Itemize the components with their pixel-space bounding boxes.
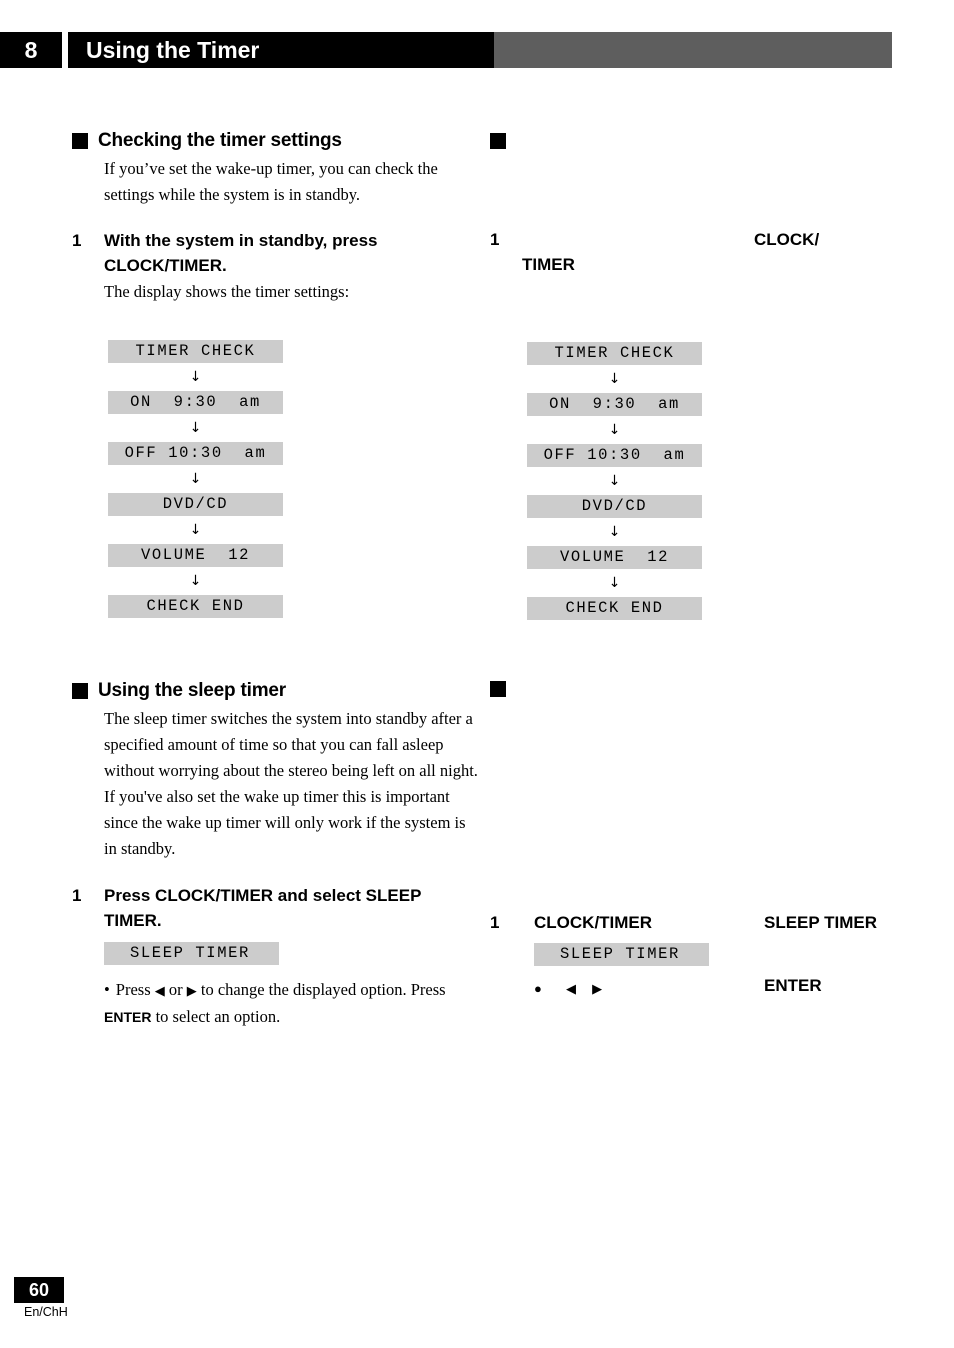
lcd-display-off-time: OFF 10:30 am [108, 442, 283, 465]
lcd-display-on-time: ON 9:30 am [527, 393, 702, 416]
lcd-display-timer-check: TIMER CHECK [108, 340, 283, 363]
page-number: 60 [14, 1277, 64, 1303]
section-marker-icon [72, 683, 88, 699]
lcd-display-sleep-timer: SLEEP TIMER [104, 942, 279, 965]
step-number: 1 [490, 230, 500, 249]
step-keyword-clock-timer: CLOCK/TIMER [534, 913, 653, 932]
page-title: Using the Timer [68, 32, 494, 68]
step-number: 1 [490, 913, 500, 932]
chapter-number: 8 [0, 32, 62, 68]
flow-arrow-down-icon: ↓ [189, 420, 202, 436]
flow-arrow-down-icon: ↓ [189, 369, 202, 385]
lcd-display-check-end: CHECK END [108, 595, 283, 618]
header-gray-bar [494, 32, 892, 68]
flow-arrow-down-icon: ↓ [189, 573, 202, 589]
flow-arrow-down-icon: ↓ [608, 371, 621, 387]
lcd-display-timer-check: TIMER CHECK [527, 342, 702, 365]
bullet-keyword-enter: ENTER [104, 1009, 152, 1025]
step-heading: With the system in standby, press CLOCK/… [104, 231, 378, 275]
section-using-sleep-timer-cjk [490, 680, 910, 698]
bullet-dot-icon: ● [534, 981, 542, 996]
bullet-text-part3: to select an option. [155, 1007, 281, 1026]
step-1-sleep-timer-cjk: 1 CLOCK/TIMER SLEEP TIMER SLEEP TIMER ● … [490, 910, 920, 1005]
flow-arrow-down-icon: ↓ [608, 473, 621, 489]
lcd-display-sleep-timer: SLEEP TIMER [534, 943, 709, 966]
bullet-text-or: or [168, 980, 183, 999]
lcd-display-volume: VOLUME 12 [108, 544, 283, 567]
section-marker-icon [490, 133, 506, 150]
step-1-sleep-timer: 1 Press CLOCK/TIMER and select SLEEP TIM… [72, 883, 482, 1030]
arrow-right-icon: ▶ [186, 984, 197, 999]
step-keyword-timer: TIMER [522, 255, 575, 274]
lcd-flow-timer-check-left: TIMER CHECK ↓ ON 9:30 am ↓ OFF 10:30 am … [108, 340, 283, 618]
flow-arrow-down-icon: ↓ [189, 471, 202, 487]
arrow-right-icon: ▶ [592, 982, 603, 997]
bullet-note-sleep-timer: • Press ◀ or ▶ to change the displayed op… [104, 977, 482, 1030]
step-keyword-sleep-timer: SLEEP TIMER [764, 913, 878, 932]
page-header: 8 Using the Timer [0, 32, 954, 68]
flow-arrow-down-icon: ↓ [608, 422, 621, 438]
bullet-text-part2: to change the displayed option. Press [200, 980, 446, 999]
lcd-display-source: DVD/CD [108, 493, 283, 516]
section-intro-text: The sleep timer switches the system into… [104, 709, 478, 858]
bullet-note-sleep-timer-cjk: ● ◀ ▶ [534, 975, 602, 1002]
step-keyword-enter: ENTER [764, 976, 822, 995]
section-intro-text: If you’ve set the wake-up timer, you can… [104, 159, 438, 204]
flow-arrow-down-icon: ↓ [189, 522, 202, 538]
arrow-left-icon: ◀ [565, 982, 576, 997]
lcd-display-volume: VOLUME 12 [527, 546, 702, 569]
lcd-display-off-time: OFF 10:30 am [527, 444, 702, 467]
lcd-display-check-end: CHECK END [527, 597, 702, 620]
step-1-checking-timer: 1 With the system in standby, press CLOC… [72, 228, 482, 304]
arrow-left-icon: ◀ [154, 984, 165, 999]
lcd-display-on-time: ON 9:30 am [108, 391, 283, 414]
step-subtext: The display shows the timer settings: [104, 282, 350, 301]
section-checking-timer-settings: Checking the timer settings If you’ve se… [72, 130, 482, 208]
step-keyword-clock: CLOCK/ [754, 230, 820, 249]
section-title: Checking the timer settings [98, 130, 342, 151]
section-marker-icon [72, 133, 88, 149]
step-number: 1 [72, 231, 82, 250]
lcd-flow-timer-check-right: TIMER CHECK ↓ ON 9:30 am ↓ OFF 10:30 am … [527, 342, 702, 620]
step-number: 1 [72, 886, 82, 905]
language-code: En/ChH [24, 1305, 68, 1319]
flow-arrow-down-icon: ↓ [608, 524, 621, 540]
step-heading: Press CLOCK/TIMER and select SLEEP TIMER… [104, 886, 422, 930]
section-using-sleep-timer: Using the sleep timer The sleep timer sw… [72, 680, 482, 862]
section-checking-timer-settings-cjk [490, 132, 910, 150]
flow-arrow-down-icon: ↓ [608, 575, 621, 591]
step-1-checking-timer-cjk: 1 CLOCK/ TIMER [490, 227, 910, 279]
bullet-dot-icon: • [104, 980, 110, 999]
bullet-text-part1: Press [115, 980, 151, 999]
section-marker-icon [490, 681, 506, 698]
section-title: Using the sleep timer [98, 680, 286, 701]
lcd-display-source: DVD/CD [527, 495, 702, 518]
